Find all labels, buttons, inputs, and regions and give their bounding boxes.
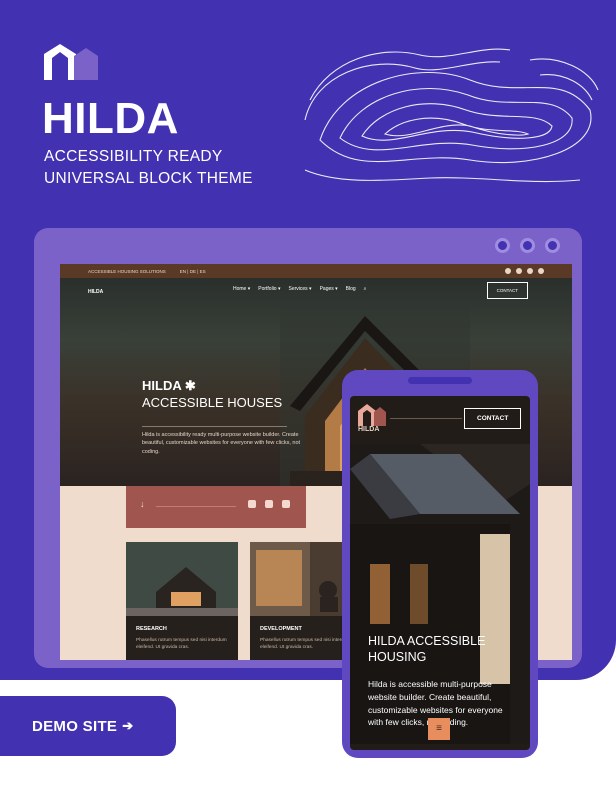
card-title: DEVELOPMENT [260,626,302,632]
social-icon[interactable] [538,268,544,274]
tagline-line2: UNIVERSAL BLOCK THEME [44,170,253,187]
mobile-header-line [390,418,462,419]
site-logo[interactable]: HILDA [88,289,103,295]
menu-item-portfolio[interactable]: Portfolio ▾ [258,286,280,292]
menu-item-blog[interactable]: Blog [346,286,356,292]
card-image [126,542,238,616]
demo-site-button[interactable]: DEMO SITE ➔ [0,696,176,756]
hero-title: HILDA ✱ [142,378,196,393]
utility-social-icons [505,268,544,274]
social-icon[interactable] [516,268,522,274]
menu-item-services[interactable]: Services ▾ [289,286,312,292]
mobile-mockup: HILDA CONTACT HILDA ACCESSIBLE HOUSING H… [342,370,538,758]
mobile-screen: HILDA CONTACT HILDA ACCESSIBLE HOUSING H… [350,396,530,750]
contour-lines-decoration [304,48,599,183]
action-bar-line [156,506,236,507]
hero-description: Hilda is accessibility ready multi-purpo… [142,432,301,455]
card-title: RESEARCH [136,626,167,632]
window-dot-3 [545,238,560,253]
hero-subtitle: ACCESSIBLE HOUSES [142,395,283,410]
instagram-icon[interactable] [282,500,290,508]
utility-bar: ACCESSIBLE HOUSING SOLUTIONS EN | DE | E… [60,264,572,278]
social-icon[interactable] [527,268,533,274]
main-menu: Home ▾ Portfolio ▾ Services ▾ Pages ▾ Bl… [233,286,366,292]
social-icon[interactable] [248,500,256,508]
arrow-down-icon[interactable]: ↓ [140,499,145,509]
card-description: Phasellus rutrum tempus sed nisi interdu… [136,638,227,651]
brand-title: HILDA [42,94,179,143]
arrow-right-icon: ➔ [122,718,134,733]
language-switcher[interactable]: EN | DE | ES [180,269,206,274]
hero-action-bar: ↓ [126,486,306,528]
menu-item-home[interactable]: Home ▾ [233,286,250,292]
mobile-logo-icon[interactable] [358,404,386,426]
window-dot-1 [495,238,510,253]
mobile-hero-title: HILDA ACCESSIBLE HOUSING [368,634,486,664]
demo-site-label: DEMO SITE [32,717,118,735]
contact-button[interactable]: CONTACT [486,282,528,299]
tagline-line1: ACCESSIBILITY READY [44,148,223,165]
action-bar-social-icons [248,500,290,508]
mobile-logo-text[interactable]: HILDA [358,426,379,433]
card-research[interactable]: RESEARCH Phasellus rutrum tempus sed nis… [126,542,238,660]
hero-divider [142,426,287,427]
menu-item-pages[interactable]: Pages ▾ [320,286,338,292]
utility-text: ACCESSIBLE HOUSING SOLUTIONS [88,268,166,274]
hamburger-menu-icon[interactable]: ≡ [428,718,450,740]
window-controls [495,238,560,253]
search-icon[interactable]: ⌕ [364,286,367,292]
youtube-icon[interactable] [265,500,273,508]
mobile-contact-button[interactable]: CONTACT [464,408,522,429]
site-navigation: HILDA Home ▾ Portfolio ▾ Services ▾ Page… [60,278,572,306]
social-icon[interactable] [505,268,511,274]
window-dot-2 [520,238,535,253]
phone-speaker [408,377,472,384]
hilda-logo-icon [44,44,98,80]
